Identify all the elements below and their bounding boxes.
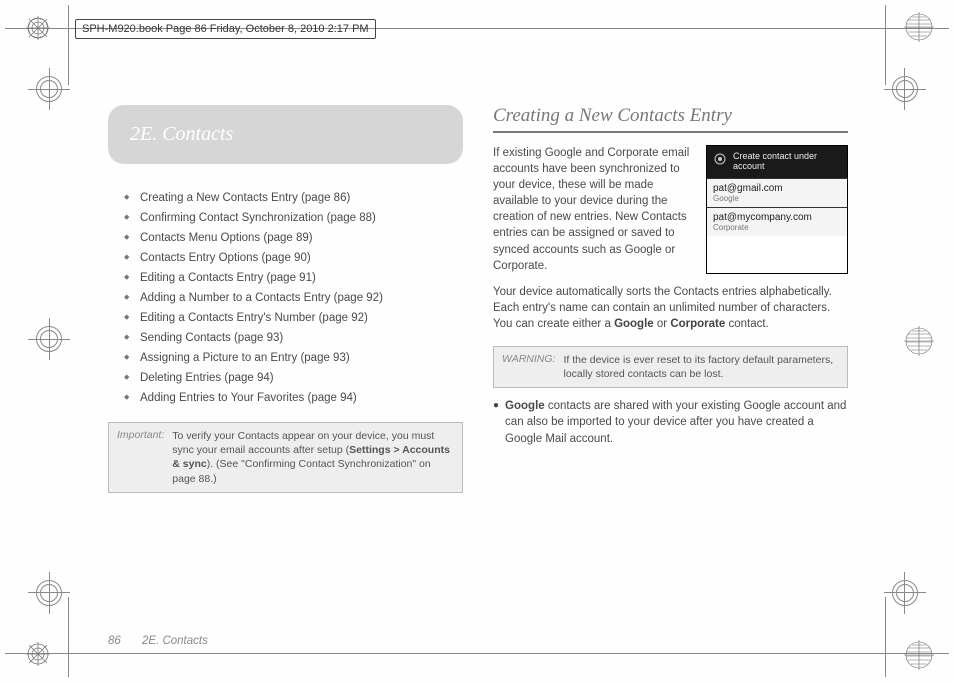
radial-mark-icon	[26, 642, 50, 666]
left-column: 2E. Contacts Creating a New Contacts Ent…	[108, 105, 463, 605]
list-item: Adding Entries to Your Favorites (page 9…	[124, 388, 463, 408]
registration-mark-icon	[904, 640, 934, 670]
device-screenshot: Create contact under account pat@gmail.c…	[706, 145, 848, 274]
account-row: pat@mycompany.com Corporate	[707, 207, 847, 236]
warning-body: If the device is ever reset to its facto…	[563, 353, 839, 381]
list-item: Assigning a Picture to an Entry (page 93…	[124, 348, 463, 368]
account-row: pat@gmail.com Google	[707, 178, 847, 207]
right-column: Creating a New Contacts Entry If existin…	[493, 105, 848, 605]
important-label: Important:	[117, 429, 164, 486]
registration-mark-icon	[904, 12, 934, 42]
screenshot-titlebar: Create contact under account	[707, 146, 847, 178]
page-footer: 86 2E. Contacts	[108, 635, 208, 647]
important-body: To verify your Contacts appear on your d…	[172, 429, 454, 486]
bullet-paragraph: ● Google contacts are shared with your e…	[493, 398, 848, 446]
bullet-icon: ●	[493, 398, 499, 446]
intro-paragraph: If existing Google and Corporate email a…	[493, 145, 694, 274]
list-item: Confirming Contact Synchronization (page…	[124, 208, 463, 228]
section-title: 2E. Contacts	[130, 123, 441, 146]
registration-mark-icon	[904, 326, 934, 356]
list-item: Contacts Entry Options (page 90)	[124, 248, 463, 268]
list-item: Sending Contacts (page 93)	[124, 328, 463, 348]
list-item: Adding a Number to a Contacts Entry (pag…	[124, 288, 463, 308]
book-page-info: SPH-M920.book Page 86 Friday, October 8,…	[75, 19, 376, 39]
warning-note: WARNING: If the device is ever reset to …	[493, 346, 848, 388]
section-title-box: 2E. Contacts	[108, 105, 463, 164]
list-item: Editing a Contacts Entry (page 91)	[124, 268, 463, 288]
important-note: Important: To verify your Contacts appea…	[108, 422, 463, 493]
chapter-label: 2E. Contacts	[142, 635, 208, 647]
page-content: 2E. Contacts Creating a New Contacts Ent…	[108, 105, 848, 605]
warning-label: WARNING:	[502, 353, 555, 381]
subsection-heading: Creating a New Contacts Entry	[493, 105, 848, 133]
book-page-header: SPH-M920.book Page 86 Friday, October 8,…	[75, 18, 879, 40]
radial-mark-icon	[26, 16, 50, 40]
table-of-contents: Creating a New Contacts Entry (page 86) …	[108, 188, 463, 408]
contact-icon	[714, 153, 726, 165]
page-number: 86	[108, 635, 121, 647]
list-item: Deleting Entries (page 94)	[124, 368, 463, 388]
list-item: Creating a New Contacts Entry (page 86)	[124, 188, 463, 208]
list-item: Contacts Menu Options (page 89)	[124, 228, 463, 248]
body-paragraph: Your device automatically sorts the Cont…	[493, 284, 848, 332]
list-item: Editing a Contacts Entry's Number (page …	[124, 308, 463, 328]
